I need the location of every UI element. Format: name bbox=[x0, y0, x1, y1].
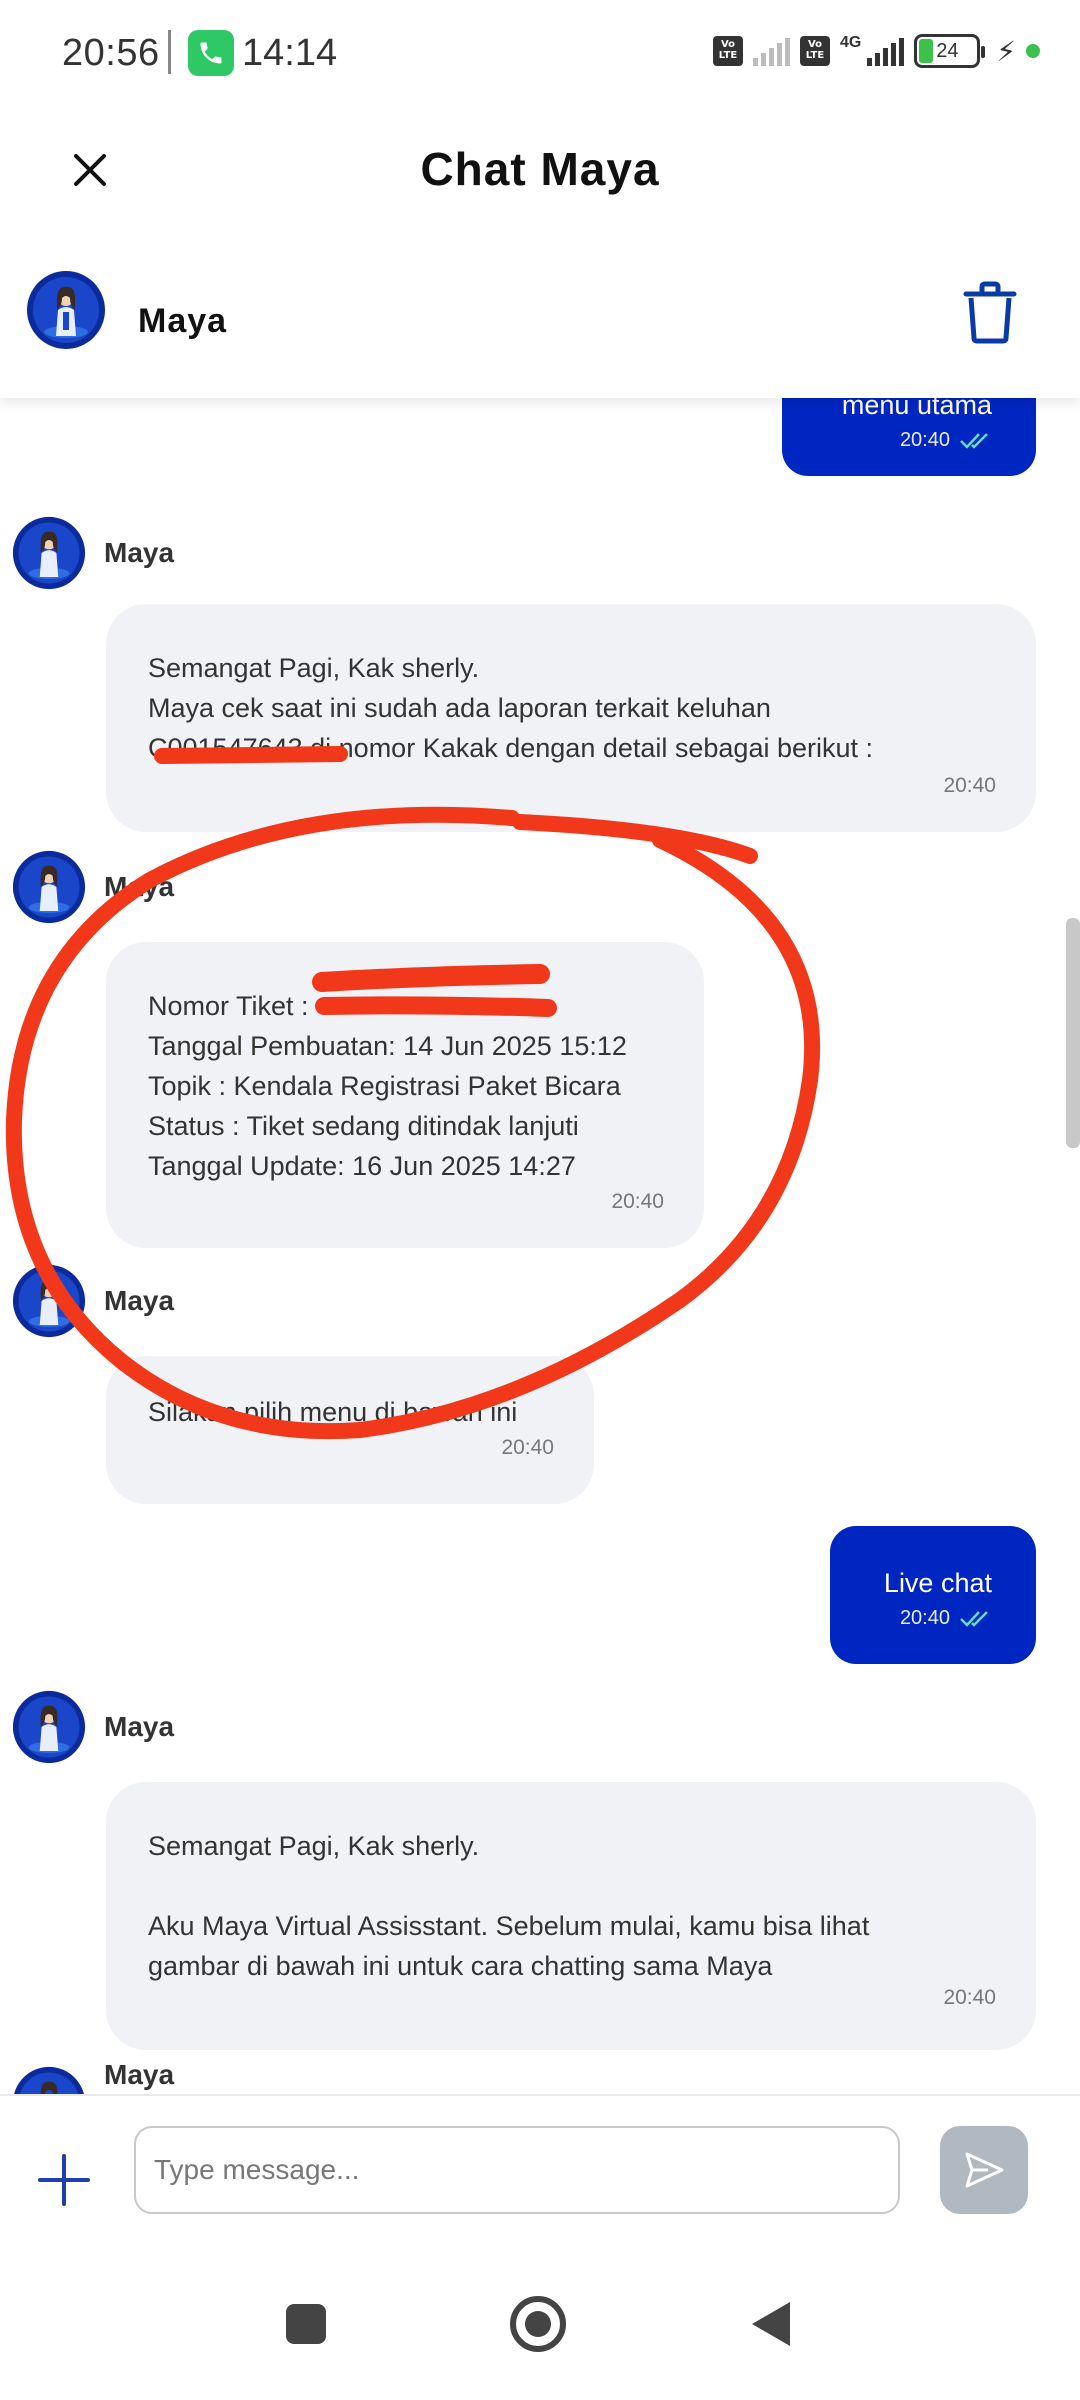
back-button[interactable] bbox=[752, 2302, 790, 2346]
agent-name: Maya bbox=[138, 302, 228, 340]
battery-icon: 24 bbox=[914, 34, 986, 68]
message-line: Status : Tiket sedang ditindak lanjuti bbox=[148, 1111, 579, 1141]
sender-header: Maya bbox=[12, 2059, 174, 2094]
charging-icon: ⚡ bbox=[996, 35, 1016, 67]
double-check-icon bbox=[960, 1610, 988, 1627]
sender-header: Maya bbox=[12, 1264, 174, 1338]
chat-history[interactable]: menu utama 20:40 Maya Semangat Pagi, Kak… bbox=[0, 398, 1080, 2094]
message-line: Tanggal Pembuatan: 14 Jun 2025 15:12 bbox=[148, 1031, 627, 1061]
status-icons: Vo LTE Vo LTE 4G 24 ⚡ bbox=[712, 34, 1040, 68]
outgoing-message: Live chat 20:40 bbox=[830, 1526, 1036, 1664]
send-button[interactable] bbox=[940, 2126, 1028, 2214]
message-line: Silakan pilih menu di bawah ini bbox=[148, 1397, 518, 1427]
clock: 20:56 bbox=[62, 32, 160, 74]
page-title: Chat Maya bbox=[420, 143, 660, 195]
volte-icon: Vo LTE bbox=[799, 36, 830, 66]
message-time: 20:40 bbox=[899, 429, 950, 451]
message-line: Topik : Kendala Registrasi Paket Bicara bbox=[148, 1071, 621, 1101]
outgoing-message: menu utama 20:40 bbox=[782, 398, 1036, 476]
avatar bbox=[14, 2066, 84, 2094]
message-time: 20:40 bbox=[611, 1190, 664, 1213]
scrollbar-thumb[interactable] bbox=[1066, 918, 1080, 1148]
message-line: C001547643 di nomor Kakak dengan detail … bbox=[148, 733, 874, 763]
sender-name: Maya bbox=[104, 1285, 175, 1316]
incoming-message: Semangat Pagi, Kak sherly. Maya cek saat… bbox=[106, 604, 1036, 832]
incoming-message: Semangat Pagi, Kak sherly. Aku Maya Virt… bbox=[106, 1782, 1036, 2050]
message-line: gambar di bawah ini untuk cara chatting … bbox=[148, 1951, 773, 1981]
network-type: 4G bbox=[839, 34, 862, 51]
sender-name: Maya bbox=[104, 537, 175, 568]
message-time: 20:40 bbox=[943, 1986, 996, 2009]
sender-header: Maya bbox=[12, 516, 174, 590]
attach-button[interactable] bbox=[36, 2152, 92, 2208]
avatar bbox=[12, 516, 86, 590]
message-composer bbox=[0, 2094, 1080, 2244]
message-text: Live chat bbox=[883, 1568, 992, 1598]
sender-header: Maya bbox=[12, 850, 174, 924]
ongoing-call-icon[interactable] bbox=[188, 30, 234, 76]
trash-icon bbox=[963, 281, 1017, 344]
home-button[interactable] bbox=[510, 2296, 566, 2352]
send-icon bbox=[965, 2152, 1004, 2188]
signal-icon bbox=[752, 36, 790, 66]
system-nav-bar bbox=[0, 2244, 1080, 2400]
app-header: Chat Maya bbox=[0, 110, 1080, 230]
delete-chat-button[interactable] bbox=[960, 280, 1020, 344]
message-time: 20:40 bbox=[899, 1607, 950, 1629]
message-line: Tanggal Update: 16 Jun 2025 14:27 bbox=[148, 1151, 576, 1181]
recents-button[interactable] bbox=[286, 2304, 326, 2344]
sender-name: Maya bbox=[104, 2059, 175, 2090]
incoming-message: Silakan pilih menu di bawah ini 20:40 bbox=[106, 1356, 594, 1504]
avatar bbox=[12, 850, 86, 924]
agent-avatar bbox=[27, 271, 105, 349]
double-check-icon bbox=[960, 432, 988, 449]
avatar bbox=[12, 1264, 86, 1338]
volte-icon: Vo LTE bbox=[712, 36, 743, 66]
battery-level: 24 bbox=[936, 39, 959, 62]
sender-header: Maya bbox=[12, 1690, 174, 1764]
message-line: Semangat Pagi, Kak sherly. bbox=[148, 1831, 480, 1861]
message-line: Maya cek saat ini sudah ada laporan terk… bbox=[148, 693, 771, 723]
avatar bbox=[12, 1690, 86, 1764]
status-bar: 20:56 14:14 Vo LTE Vo LTE 4G 24 ⚡ bbox=[0, 0, 1080, 110]
divider bbox=[168, 30, 171, 74]
message-input[interactable] bbox=[134, 2126, 900, 2214]
agent-bar: Maya bbox=[0, 230, 1080, 398]
privacy-indicator-icon bbox=[1026, 44, 1040, 58]
signal-icon bbox=[867, 36, 905, 66]
sender-name: Maya bbox=[104, 1711, 175, 1742]
incoming-message: Nomor Tiket : Tanggal Pembuatan: 14 Jun … bbox=[106, 942, 704, 1248]
call-duration: 14:14 bbox=[242, 32, 338, 74]
message-line: Nomor Tiket : bbox=[148, 991, 309, 1021]
message-time: 20:40 bbox=[943, 774, 996, 797]
plus-icon bbox=[38, 2154, 90, 2206]
message-line: Semangat Pagi, Kak sherly. bbox=[148, 653, 480, 683]
message-line: Aku Maya Virtual Assisstant. Sebelum mul… bbox=[148, 1911, 870, 1941]
sender-name: Maya bbox=[104, 871, 175, 902]
message-text: menu utama bbox=[841, 398, 992, 420]
message-time: 20:40 bbox=[501, 1436, 554, 1459]
